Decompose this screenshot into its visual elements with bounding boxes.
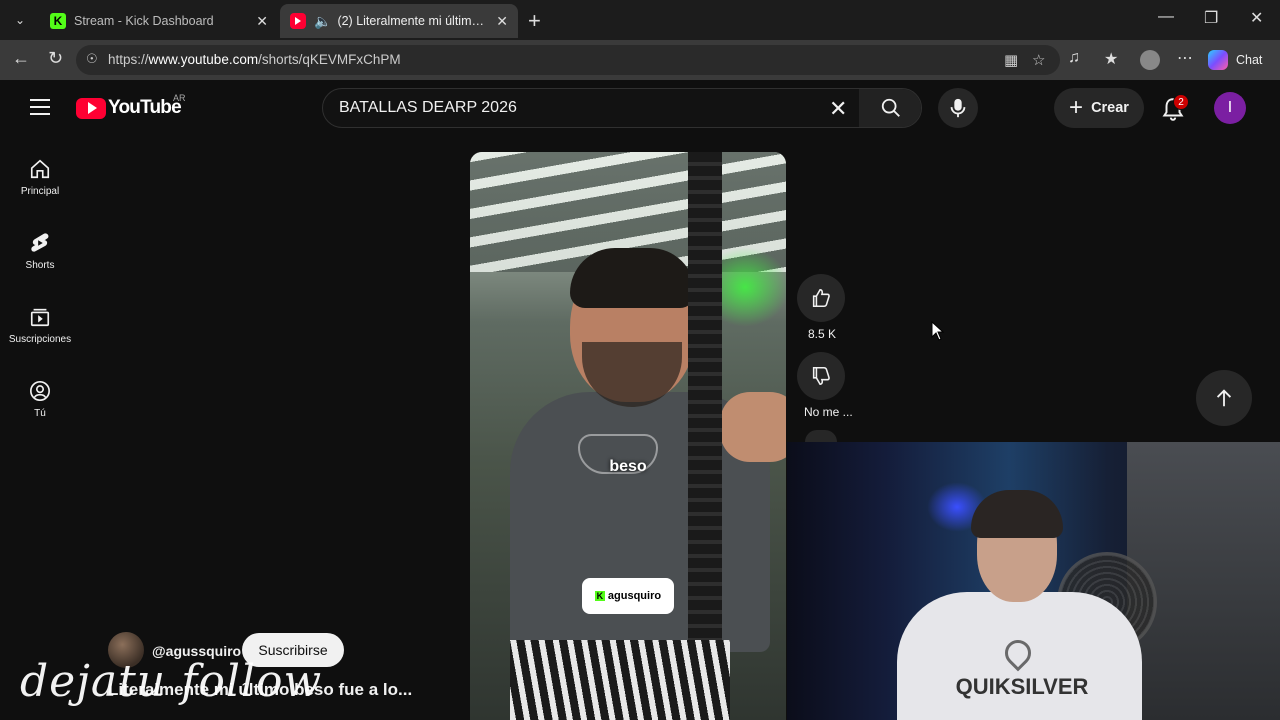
restore-button[interactable]: ❐ [1204, 8, 1218, 28]
tab-title: Stream - Kick Dashboard [74, 14, 214, 28]
tab-title: (2) Literalmente mi último beso [337, 14, 490, 28]
youtube-wordmark: YouTube [108, 97, 182, 118]
cam-shirt-text: QUIKSILVER [955, 674, 1089, 699]
microphone-icon [950, 98, 966, 118]
create-label: Crear [1091, 100, 1129, 116]
app-available-icon[interactable]: ▦ [1004, 51, 1018, 69]
speaker-icon[interactable]: 🔈 [314, 13, 331, 30]
arrow-up-icon [1216, 389, 1232, 407]
media-control-icon[interactable]: ♫ [1068, 49, 1080, 67]
webcam-overlay: QUIKSILVER [787, 442, 1280, 720]
comments-button[interactable] [805, 430, 837, 442]
stream-overlay-text: dejatu follow [20, 656, 323, 707]
sidebar-item-tu[interactable]: Tú [4, 380, 76, 419]
kick-channel-tag: K agusquiro [582, 578, 674, 614]
more-options-icon[interactable]: ⋯ [1177, 48, 1193, 68]
video-caption: beso [609, 458, 647, 475]
address-bar[interactable]: ☉ https://www.youtube.com/shorts/qKEVMFx… [76, 45, 1060, 75]
dislike-label: No me ... [804, 405, 853, 419]
menu-icon[interactable] [30, 99, 50, 120]
copilot-label: Chat [1236, 53, 1263, 67]
sidebar-item-shorts[interactable]: Shorts [4, 232, 76, 271]
create-button[interactable]: + Crear [1054, 88, 1144, 128]
home-icon [30, 159, 50, 179]
tab-close-icon[interactable]: ✕ [256, 13, 268, 30]
back-button[interactable]: ← [12, 48, 30, 69]
search-bar: ✕ [322, 88, 922, 128]
like-count: 8.5 K [808, 327, 837, 341]
subscriptions-icon [30, 308, 50, 327]
account-avatar[interactable]: I [1214, 92, 1246, 124]
youtube-play-icon [76, 97, 106, 119]
kick-favicon-icon: K [50, 13, 66, 29]
scroll-up-button[interactable] [1196, 370, 1252, 426]
browser-tab-strip: ⌄ K Stream - Kick Dashboard ✕ 🔈 (2) Lite… [0, 0, 1280, 40]
tab-close-icon[interactable]: ✕ [496, 13, 508, 30]
thumbs-down-icon [812, 366, 830, 386]
short-video-player[interactable]: beso K agusquiro [470, 152, 786, 720]
region-code: AR [173, 93, 186, 103]
video-frame-rack [688, 152, 722, 720]
notification-badge: 2 [1173, 94, 1189, 110]
video-frame-hair [570, 248, 695, 308]
search-input[interactable] [323, 89, 859, 127]
url-text[interactable]: https://www.youtube.com/shorts/qKEVMFxCh… [108, 52, 401, 67]
youtube-favicon-icon [290, 13, 306, 29]
youtube-page: YouTube AR ✕ + Crear 2 I Principal Short… [0, 80, 1280, 720]
video-frame-arm [720, 392, 786, 462]
site-info-icon[interactable]: ☉ [86, 51, 98, 67]
search-icon [881, 98, 900, 117]
sidebar-item-suscripciones[interactable]: Suscripciones [4, 306, 76, 345]
youtube-logo[interactable]: YouTube AR [76, 93, 186, 119]
video-frame-shorts [510, 640, 730, 720]
dislike-button[interactable] [797, 352, 845, 400]
tab-kick-dashboard[interactable]: K Stream - Kick Dashboard ✕ [40, 4, 278, 38]
plus-icon: + [1069, 94, 1084, 121]
sidebar-item-label: Tú [34, 408, 46, 419]
tab-youtube-short[interactable]: 🔈 (2) Literalmente mi último beso ✕ [280, 4, 518, 38]
sidebar-item-label: Principal [20, 186, 60, 197]
voice-search-button[interactable] [938, 88, 978, 128]
kick-logo-icon: K [594, 591, 605, 601]
sidebar-item-principal[interactable]: Principal [4, 158, 76, 197]
new-tab-button[interactable]: + [528, 8, 541, 34]
shorts-icon [31, 233, 49, 252]
clear-search-icon[interactable]: ✕ [829, 96, 847, 122]
copilot-chat-button[interactable]: Chat [1208, 46, 1262, 74]
reload-button[interactable]: ↻ [48, 48, 63, 69]
favorites-icon[interactable]: ★ [1104, 49, 1118, 69]
copilot-icon [1208, 50, 1228, 70]
profile-icon[interactable] [1140, 50, 1160, 70]
cam-person-hair [971, 490, 1063, 538]
kick-tag-label: agusquiro [607, 590, 662, 602]
like-button[interactable] [797, 274, 845, 322]
minimize-button[interactable]: — [1158, 8, 1174, 26]
mouse-cursor-icon [931, 321, 945, 341]
tab-list-menu-button[interactable]: ⌄ [6, 6, 34, 34]
thumbs-up-icon [812, 288, 830, 308]
search-button[interactable] [859, 89, 921, 127]
you-icon [30, 381, 50, 401]
favorite-star-icon[interactable]: ☆ [1032, 51, 1045, 69]
sidebar-item-label: Suscripciones [8, 334, 72, 345]
sidebar-item-label: Shorts [25, 260, 55, 271]
address-bar-row: ← ↻ ☉ https://www.youtube.com/shorts/qKE… [0, 40, 1280, 80]
window-close-button[interactable]: ✕ [1250, 8, 1263, 28]
